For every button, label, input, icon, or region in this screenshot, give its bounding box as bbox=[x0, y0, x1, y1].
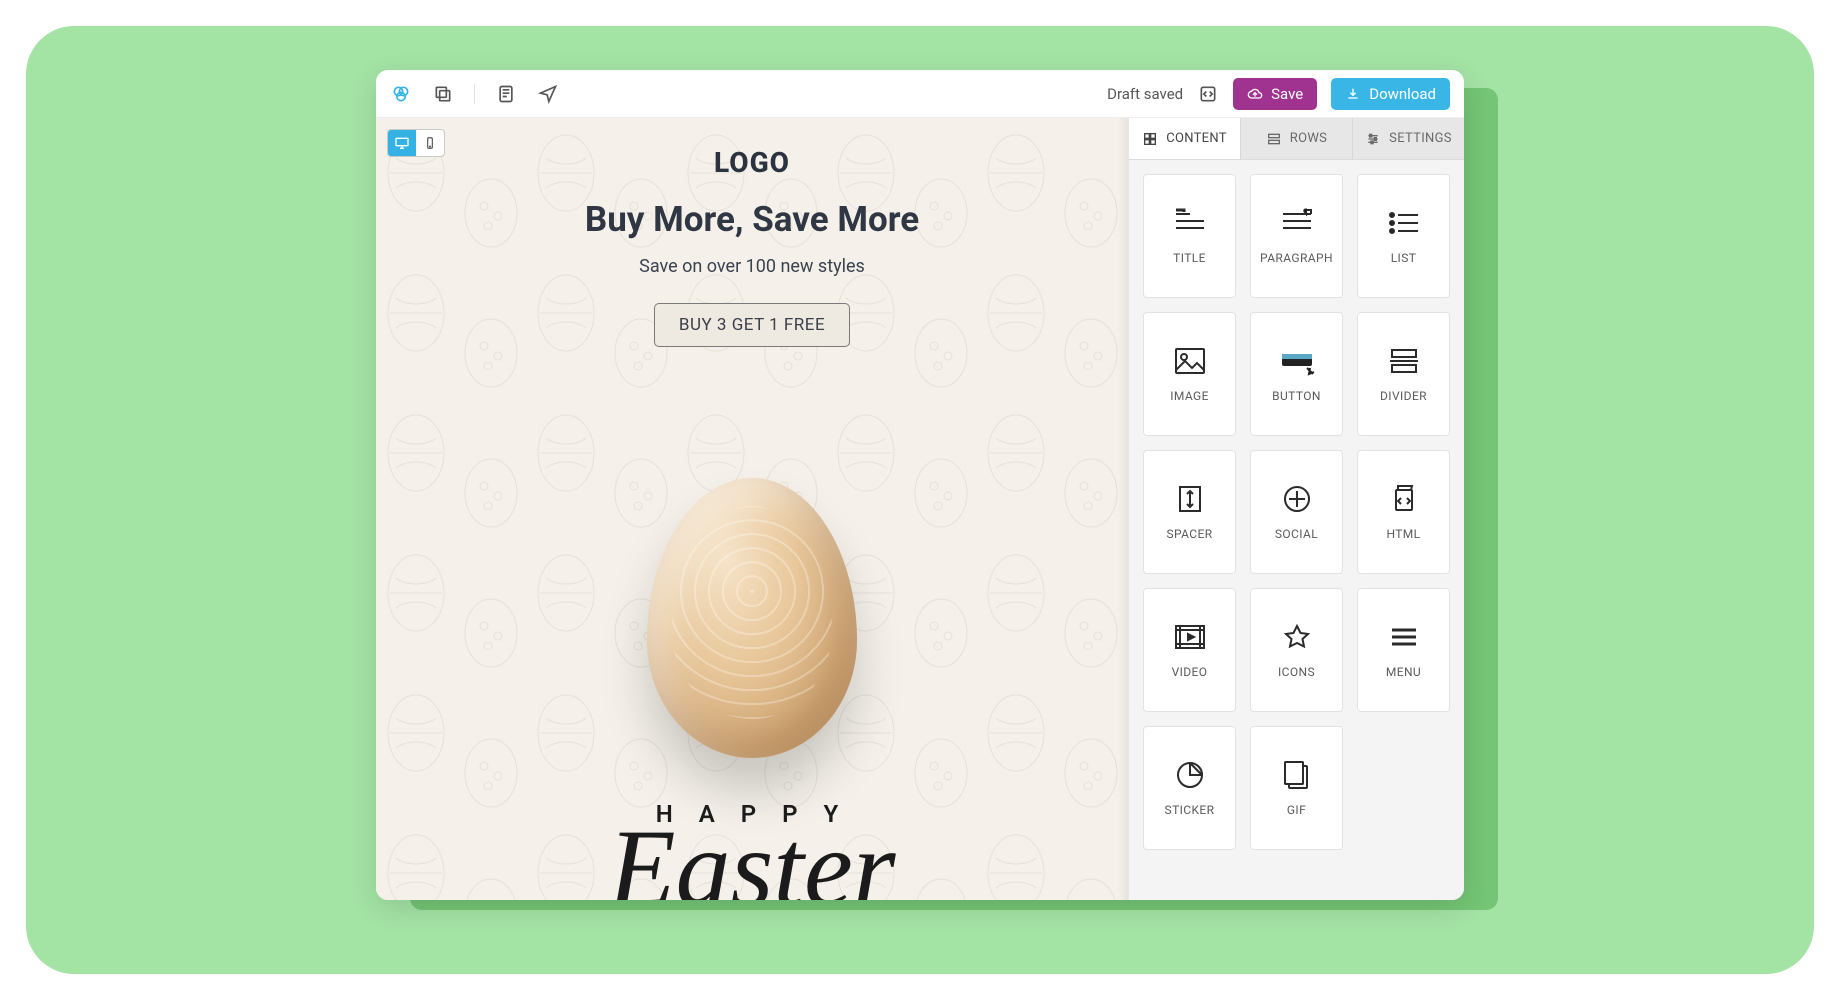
tab-label: CONTENT bbox=[1166, 131, 1227, 146]
topbar-divider bbox=[474, 84, 475, 104]
sidebar-tabs: CONTENT ROWS SETTINGS bbox=[1129, 118, 1464, 160]
rows-icon bbox=[1266, 131, 1282, 147]
tile-label: LIST bbox=[1391, 252, 1417, 266]
tile-label: TITLE bbox=[1173, 252, 1206, 266]
content-tile-image[interactable]: IMAGE bbox=[1143, 312, 1236, 436]
save-button-label: Save bbox=[1271, 85, 1303, 103]
download-icon bbox=[1345, 86, 1361, 102]
desktop-icon bbox=[394, 135, 410, 151]
hero-block: LOGO Buy More, Save More Save on over 10… bbox=[376, 146, 1128, 347]
app-logo-icon[interactable] bbox=[390, 83, 412, 105]
tile-label: PARAGRAPH bbox=[1260, 252, 1333, 266]
editor-body: LOGO Buy More, Save More Save on over 10… bbox=[376, 118, 1464, 900]
cta-button[interactable]: BUY 3 GET 1 FREE bbox=[654, 303, 850, 347]
device-mobile[interactable] bbox=[416, 130, 444, 156]
tab-settings[interactable]: SETTINGS bbox=[1353, 118, 1464, 159]
tab-content[interactable]: CONTENT bbox=[1129, 118, 1241, 159]
tab-label: ROWS bbox=[1290, 131, 1327, 146]
greeting-script: Easter bbox=[376, 824, 1128, 900]
icons-icon bbox=[1277, 620, 1317, 654]
topbar: Draft saved Save Download bbox=[376, 70, 1464, 118]
tile-label: STICKER bbox=[1165, 804, 1215, 818]
divider-icon bbox=[1384, 344, 1424, 378]
tile-label: GIF bbox=[1287, 804, 1306, 818]
content-tile-list[interactable]: LIST bbox=[1357, 174, 1450, 298]
tile-label: SOCIAL bbox=[1275, 528, 1318, 542]
button-icon bbox=[1277, 344, 1317, 378]
hero-image-egg bbox=[647, 478, 857, 758]
tile-label: HTML bbox=[1386, 528, 1420, 542]
tile-label: DIVIDER bbox=[1380, 390, 1427, 404]
subheadline: Save on over 100 new styles bbox=[376, 256, 1128, 277]
content-tile-paragraph[interactable]: ¶ PARAGRAPH bbox=[1250, 174, 1343, 298]
content-tile-button[interactable]: BUTTON bbox=[1250, 312, 1343, 436]
title-icon bbox=[1170, 206, 1210, 240]
content-tile-sticker[interactable]: STICKER bbox=[1143, 726, 1236, 850]
send-icon[interactable] bbox=[537, 83, 559, 105]
tile-label: IMAGE bbox=[1170, 390, 1209, 404]
device-toggle bbox=[387, 129, 445, 157]
greeting-block: H A P P Y Easter bbox=[376, 800, 1128, 900]
image-icon bbox=[1170, 344, 1210, 378]
draft-status: Draft saved bbox=[1107, 85, 1183, 103]
topbar-left bbox=[390, 83, 559, 105]
copy-icon[interactable] bbox=[432, 83, 454, 105]
content-tile-divider[interactable]: DIVIDER bbox=[1357, 312, 1450, 436]
tile-label: BUTTON bbox=[1272, 390, 1321, 404]
tile-label: ICONS bbox=[1278, 666, 1315, 680]
headline: Buy More, Save More bbox=[376, 199, 1128, 240]
code-toggle-icon[interactable] bbox=[1197, 83, 1219, 105]
content-tile-video[interactable]: VIDEO bbox=[1143, 588, 1236, 712]
canvas-surface: LOGO Buy More, Save More Save on over 10… bbox=[376, 118, 1128, 900]
download-button-label: Download bbox=[1369, 85, 1436, 103]
content-tile-title[interactable]: TITLE bbox=[1143, 174, 1236, 298]
content-tile-gif[interactable]: GIF bbox=[1250, 726, 1343, 850]
mobile-icon bbox=[423, 136, 437, 150]
tab-rows[interactable]: ROWS bbox=[1241, 118, 1353, 159]
menu-icon bbox=[1384, 620, 1424, 654]
content-grid-wrap: TITLE ¶ PARAGRAPH LIST IMAGE BUTTON DIVIDER SPA… bbox=[1129, 160, 1464, 900]
tab-label: SETTINGS bbox=[1389, 131, 1452, 146]
spacer-icon bbox=[1170, 482, 1210, 516]
html-icon bbox=[1384, 482, 1424, 516]
content-tile-html[interactable]: HTML bbox=[1357, 450, 1450, 574]
tile-label: VIDEO bbox=[1172, 666, 1208, 680]
tile-label: SPACER bbox=[1166, 528, 1212, 542]
sidebar-panel: CONTENT ROWS SETTINGS TITLE ¶ PARAGRAPH LIS… bbox=[1129, 118, 1464, 900]
content-tile-spacer[interactable]: SPACER bbox=[1143, 450, 1236, 574]
list-icon bbox=[1384, 206, 1424, 240]
save-button[interactable]: Save bbox=[1233, 78, 1317, 110]
content-tile-menu[interactable]: MENU bbox=[1357, 588, 1450, 712]
sliders-icon bbox=[1365, 131, 1381, 147]
editor-window: Draft saved Save Download bbox=[376, 70, 1464, 900]
device-desktop[interactable] bbox=[388, 130, 416, 156]
gif-icon bbox=[1277, 758, 1317, 792]
paragraph-icon: ¶ bbox=[1277, 206, 1317, 240]
download-button[interactable]: Download bbox=[1331, 78, 1450, 110]
logo-text: LOGO bbox=[376, 146, 1128, 179]
page-background: Draft saved Save Download bbox=[0, 0, 1841, 1000]
canvas-pane[interactable]: LOGO Buy More, Save More Save on over 10… bbox=[376, 118, 1129, 900]
notes-icon[interactable] bbox=[495, 83, 517, 105]
svg-text:¶: ¶ bbox=[1303, 208, 1308, 219]
sticker-icon bbox=[1170, 758, 1210, 792]
content-tile-icons[interactable]: ICONS bbox=[1250, 588, 1343, 712]
grid-icon bbox=[1142, 131, 1158, 147]
content-tile-social[interactable]: SOCIAL bbox=[1250, 450, 1343, 574]
video-icon bbox=[1170, 620, 1210, 654]
social-icon bbox=[1277, 482, 1317, 516]
cloud-save-icon bbox=[1247, 86, 1263, 102]
content-grid: TITLE ¶ PARAGRAPH LIST IMAGE BUTTON DIVIDER SPA… bbox=[1143, 174, 1450, 850]
tile-label: MENU bbox=[1386, 666, 1421, 680]
